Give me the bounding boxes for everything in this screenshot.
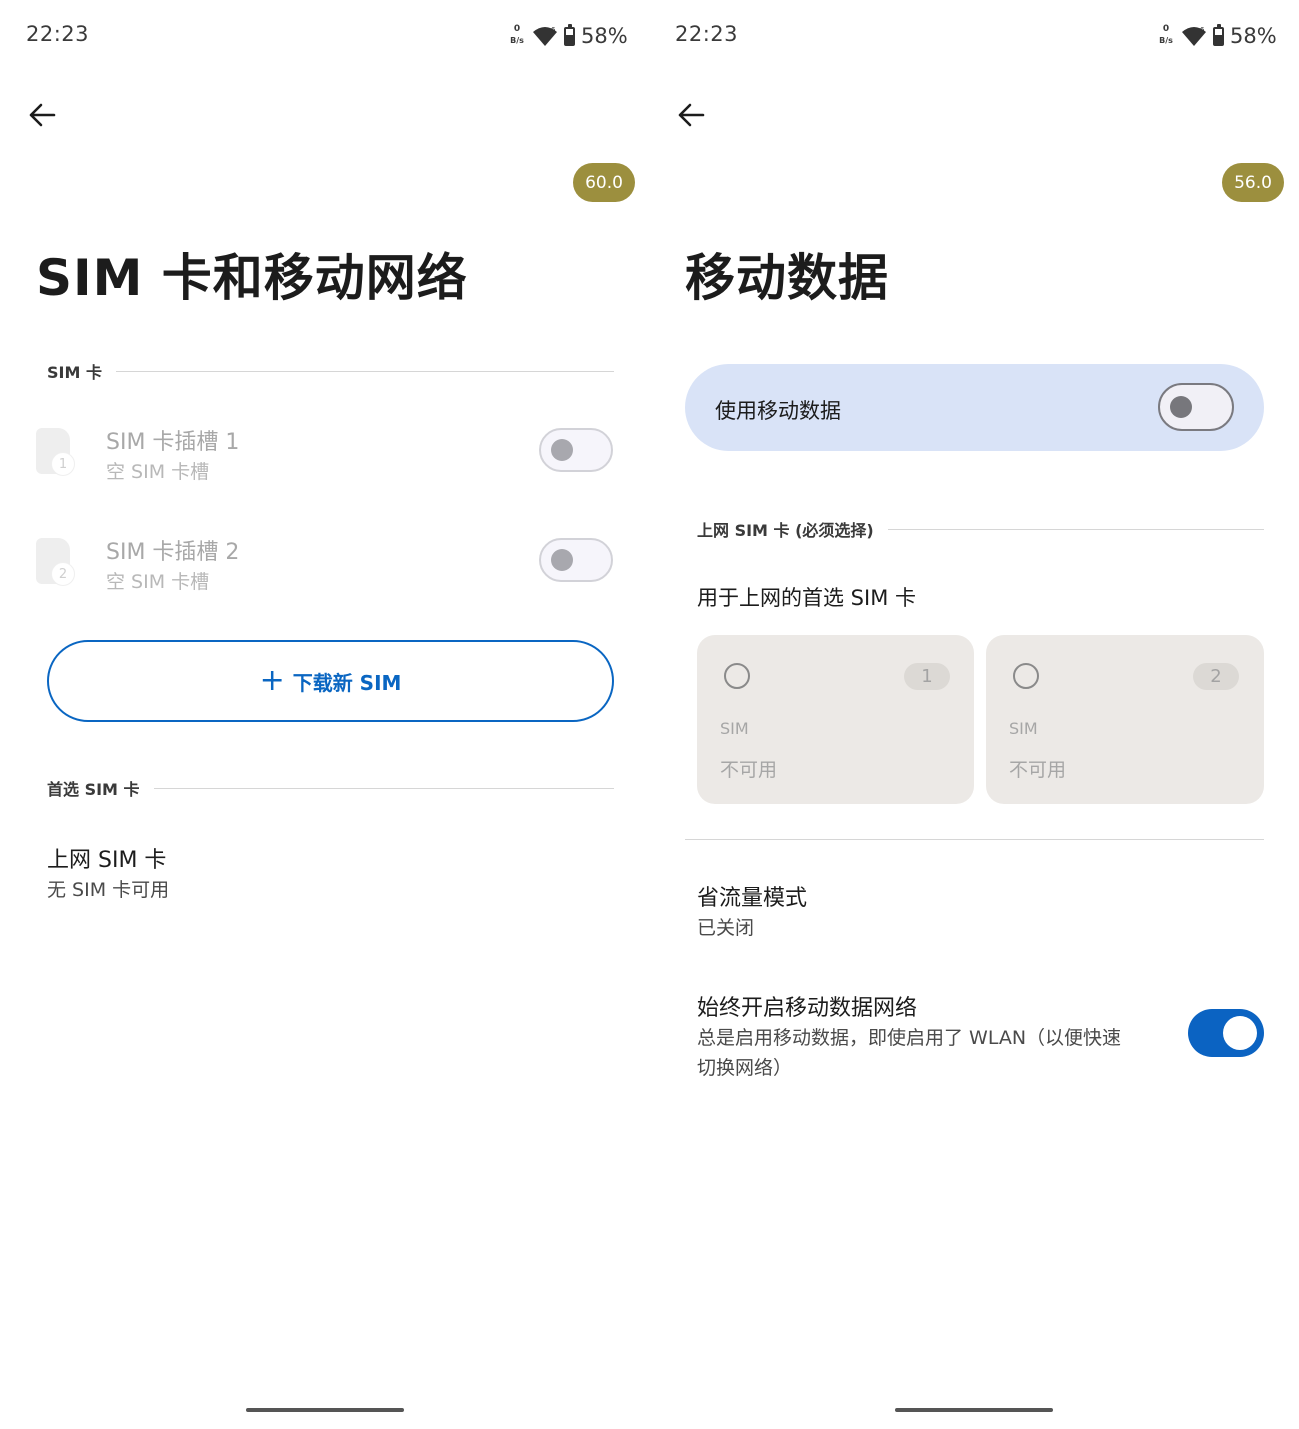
page-title: 移动数据 [685, 249, 889, 307]
data-sim-section-header: 上网 SIM 卡 (必须选择) [697, 518, 1264, 540]
always-on-subtitle-line1: 总是启用移动数据，即使启用了 WLAN（以便快速 [697, 1027, 1122, 1049]
svg-text:6: 6 [1200, 26, 1205, 34]
toggle-knob [551, 439, 573, 461]
section-label: 上网 SIM 卡 (必须选择) [697, 521, 874, 540]
home-indicator[interactable] [895, 1408, 1053, 1412]
always-on-subtitle-line2: 切换网络） [697, 1057, 793, 1079]
sim-number-badge: 2 [1193, 663, 1239, 690]
sim-slot-title: SIM 卡插槽 2 [106, 540, 240, 565]
sim-slot-1-row[interactable]: 1 SIM 卡插槽 1 空 SIM 卡槽 [0, 414, 649, 494]
data-saver-item[interactable]: 省流量模式 已关闭 [650, 870, 1299, 950]
sim-card-option-1[interactable]: 1 SIM 不可用 [697, 635, 974, 804]
status-time: 22:23 [675, 22, 739, 46]
status-time: 22:23 [26, 22, 90, 46]
status-icons: 0 B/s 6 58% [508, 22, 628, 50]
sim-card-status: 不可用 [720, 759, 778, 781]
sim-1-radio[interactable] [724, 663, 750, 689]
sim-slot-title: SIM 卡插槽 1 [106, 430, 240, 455]
preferred-sim-section-header: 首选 SIM 卡 [47, 777, 614, 799]
sim-section-header: SIM 卡 [47, 360, 614, 382]
back-arrow-icon[interactable] [27, 100, 57, 130]
wifi-icon: 6 [1182, 26, 1206, 46]
section-divider [887, 528, 1264, 530]
preferred-sim-heading: 用于上网的首选 SIM 卡 [697, 586, 916, 610]
sim-and-mobile-network-screen: 22:23 0 B/s 6 58% 60.0 SIM 卡和移动网络 SIM 卡 … [0, 0, 649, 1429]
section-label: 首选 SIM 卡 [47, 780, 140, 799]
use-mobile-data-label: 使用移动数据 [715, 399, 841, 423]
toggle-knob [1170, 396, 1192, 418]
sim-slot-number: 1 [51, 452, 75, 476]
plus-icon: + [259, 663, 285, 698]
data-saver-subtitle: 已关闭 [697, 917, 755, 939]
svg-text:6: 6 [551, 26, 556, 34]
score-badge: 56.0 [1222, 163, 1284, 202]
battery-icon [564, 23, 575, 46]
section-divider [115, 370, 614, 372]
mobile-data-screen: 22:23 0 B/s 6 58% 56.0 移动数据 使用移动数据 上网 SI… [650, 0, 1299, 1429]
use-mobile-data-toggle[interactable] [1158, 383, 1234, 431]
network-speed-icon: 0 B/s [1159, 24, 1173, 46]
sim-slot-number: 2 [51, 562, 75, 586]
always-on-mobile-data-item[interactable]: 始终开启移动数据网络 总是启用移动数据，即使启用了 WLAN（以便快速 切换网络… [650, 980, 1299, 1090]
home-indicator[interactable] [246, 1408, 404, 1412]
sim-slot-1-toggle[interactable] [539, 428, 613, 472]
battery-icon [1213, 23, 1224, 46]
sim-slot-subtitle: 空 SIM 卡槽 [106, 571, 210, 593]
data-sim-subtitle: 无 SIM 卡可用 [47, 879, 170, 901]
data-sim-title: 上网 SIM 卡 [47, 848, 167, 873]
data-sim-item[interactable]: 上网 SIM 卡 无 SIM 卡可用 [0, 832, 649, 912]
sim-slot-2-row[interactable]: 2 SIM 卡插槽 2 空 SIM 卡槽 [0, 524, 649, 604]
wifi-icon: 6 [533, 26, 557, 46]
sim-card-label: SIM [1009, 719, 1038, 738]
section-label: SIM 卡 [47, 363, 102, 382]
sim-2-radio[interactable] [1013, 663, 1039, 689]
sim-number-badge: 1 [904, 663, 950, 690]
status-icons: 0 B/s 6 58% [1157, 22, 1277, 50]
download-new-sim-label: 下载新 SIM [292, 670, 402, 695]
network-speed-icon: 0 B/s [510, 24, 524, 46]
section-divider [153, 787, 614, 789]
always-on-toggle[interactable] [1188, 1009, 1264, 1057]
sim-card-status: 不可用 [1009, 759, 1067, 781]
section-divider [685, 839, 1264, 840]
download-new-sim-button[interactable]: + 下载新 SIM [47, 640, 614, 722]
sim-slot-subtitle: 空 SIM 卡槽 [106, 461, 210, 483]
toggle-knob [551, 549, 573, 571]
sim-card-label: SIM [720, 719, 749, 738]
score-badge: 60.0 [573, 163, 635, 202]
sim-slot-2-toggle[interactable] [539, 538, 613, 582]
use-mobile-data-card[interactable]: 使用移动数据 [685, 364, 1264, 451]
toggle-knob [1223, 1016, 1257, 1050]
sim-card-option-2[interactable]: 2 SIM 不可用 [986, 635, 1264, 804]
always-on-title: 始终开启移动数据网络 [697, 996, 918, 1021]
data-saver-title: 省流量模式 [697, 886, 808, 911]
page-title: SIM 卡和移动网络 [36, 249, 468, 307]
back-arrow-icon[interactable] [676, 100, 706, 130]
battery-percent: 58% [1230, 24, 1277, 48]
battery-percent: 58% [581, 24, 628, 48]
